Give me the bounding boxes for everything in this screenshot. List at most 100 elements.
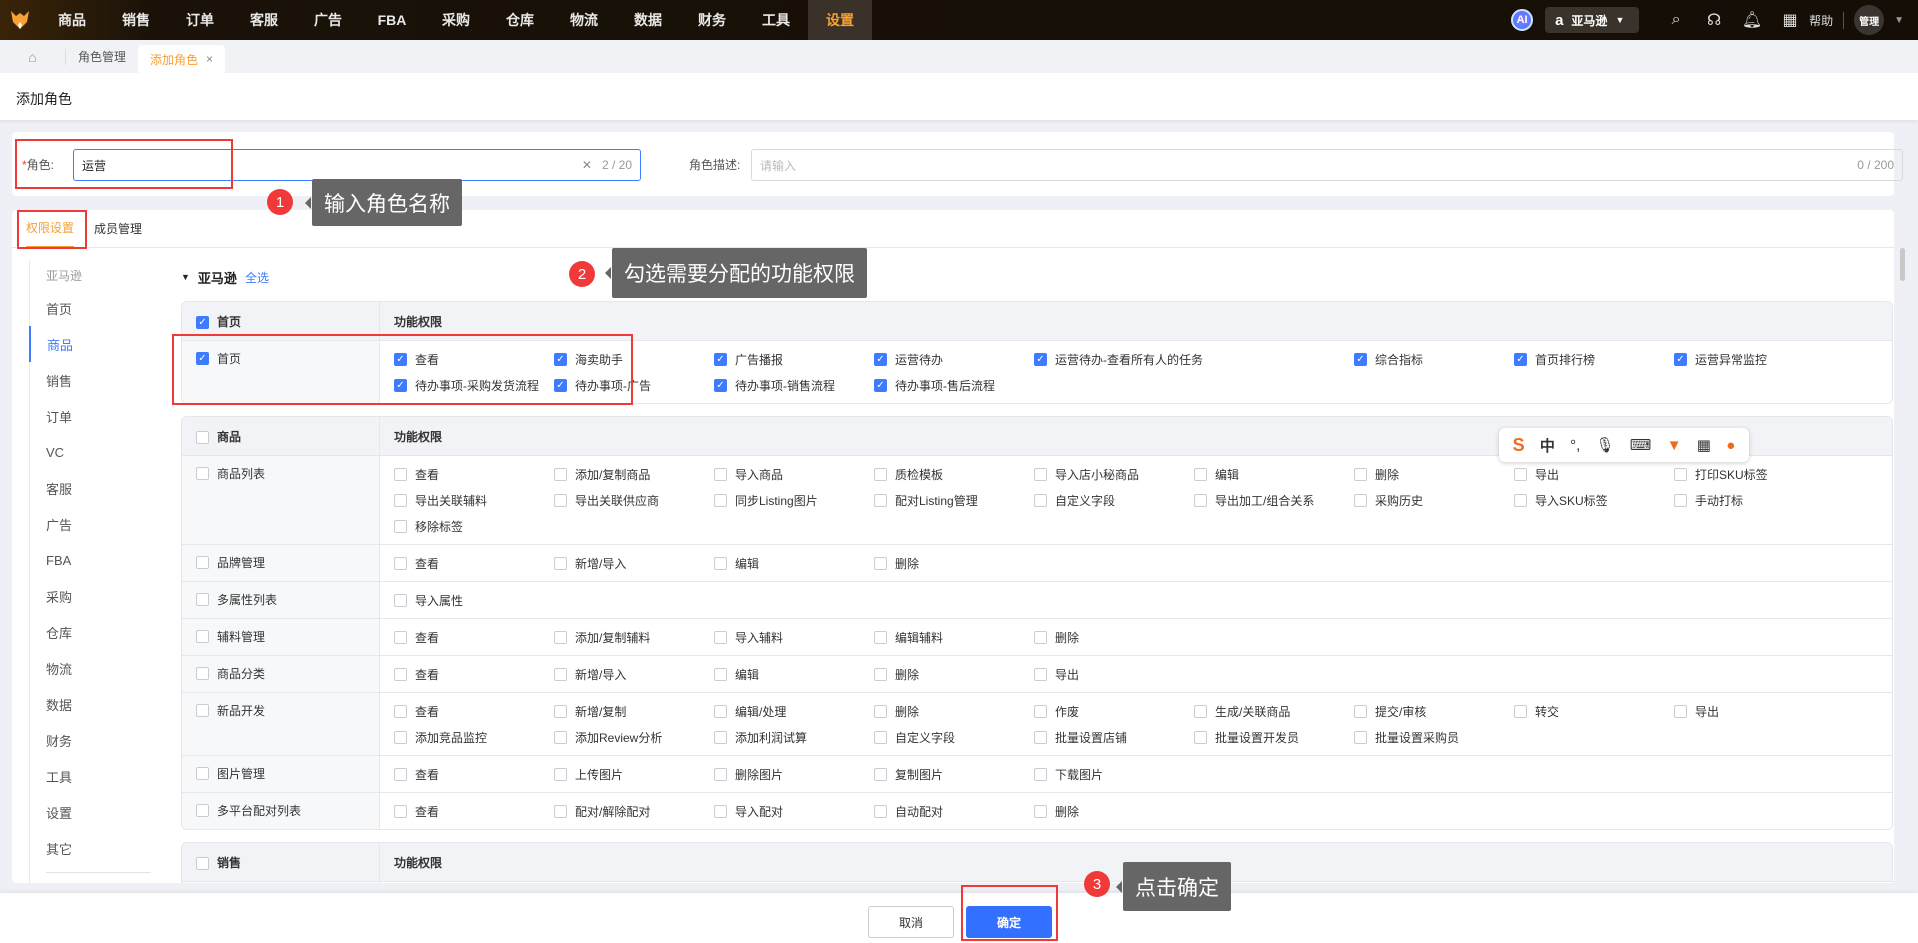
permission-option[interactable]: 删除	[1354, 461, 1514, 487]
permission-option[interactable]: 查看	[394, 461, 554, 487]
nav-item[interactable]: 仓库	[488, 0, 552, 40]
microphone-icon[interactable]: 🎙︎	[1596, 436, 1615, 454]
permission-option[interactable]: 移除标签	[394, 513, 554, 539]
sidenav-item[interactable]: 广告	[30, 506, 159, 542]
permission-option[interactable]: 配对/解除配对	[554, 798, 714, 824]
headset-icon[interactable]: ☊	[1695, 10, 1733, 30]
sidenav-item[interactable]: 订单	[30, 398, 159, 434]
collapse-icon[interactable]: ▼	[181, 272, 190, 282]
checkbox-checked[interactable]: ✓	[1354, 352, 1367, 366]
keyboard-icon[interactable]: ⌨	[1630, 436, 1652, 454]
checkbox[interactable]	[394, 467, 407, 481]
checkbox[interactable]	[394, 804, 407, 818]
checkbox[interactable]	[1354, 704, 1367, 718]
checkbox-checked[interactable]: ✓	[196, 315, 209, 329]
sidenav-item[interactable]: VC	[30, 434, 159, 470]
permission-option[interactable]: 编辑	[1194, 461, 1354, 487]
user-avatar[interactable]: 管理	[1854, 5, 1885, 35]
sidenav-item[interactable]: 客服	[30, 470, 159, 506]
nav-item[interactable]: 广告	[296, 0, 360, 40]
checkbox[interactable]	[714, 704, 727, 718]
permission-option[interactable]: 批量设置店铺	[1034, 724, 1194, 750]
permission-option[interactable]: 新增/导入	[554, 550, 714, 576]
checkbox[interactable]	[874, 467, 887, 481]
checkbox[interactable]	[874, 704, 887, 718]
checkbox[interactable]	[554, 804, 567, 818]
permission-option[interactable]: 同步Listing图片	[714, 487, 874, 513]
sidenav-item[interactable]: 工具	[30, 758, 159, 794]
checkbox[interactable]	[554, 493, 567, 507]
checkbox[interactable]	[1194, 467, 1207, 481]
sidenav-item[interactable]: 首页	[30, 290, 159, 326]
store-selector[interactable]: a 亚马逊 ▼	[1545, 7, 1640, 33]
tab-role-management[interactable]: 角色管理	[66, 40, 138, 73]
permission-option[interactable]: 自动配对	[874, 798, 1034, 824]
permission-option[interactable]: 采购历史	[1354, 487, 1514, 513]
permission-option[interactable]: 删除	[1034, 624, 1194, 650]
search-icon[interactable]: ⌕	[1657, 11, 1695, 29]
permission-option[interactable]: 手动打标	[1674, 487, 1834, 513]
tab-add-role[interactable]: 添加角色 ×	[138, 45, 226, 73]
permission-option[interactable]: 删除图片	[714, 761, 874, 787]
permission-option[interactable]: 导入辅料	[714, 624, 874, 650]
checkbox[interactable]	[1514, 493, 1527, 507]
checkbox-checked[interactable]: ✓	[714, 352, 727, 366]
permission-option[interactable]: 导出关联辅料	[394, 487, 554, 513]
permission-option[interactable]: 批量设置开发员	[1194, 724, 1354, 750]
nav-item[interactable]: 销售	[104, 0, 168, 40]
permission-option[interactable]: 导出	[1034, 661, 1194, 687]
permission-option[interactable]: 导入商品	[714, 461, 874, 487]
permission-option[interactable]: 导入属性	[394, 587, 554, 613]
sidenav-item[interactable]: 物流	[30, 650, 159, 686]
checkbox[interactable]	[1034, 804, 1047, 818]
permission-option[interactable]: ✓ 首页排行榜	[1514, 346, 1674, 372]
checkbox[interactable]	[554, 630, 567, 644]
nav-item[interactable]: FBA	[360, 0, 424, 40]
sogou-logo-icon[interactable]: S	[1513, 435, 1525, 456]
checkbox[interactable]	[394, 519, 407, 533]
checkbox[interactable]	[714, 730, 727, 744]
sidenav-item[interactable]: 数据	[30, 686, 159, 722]
skin-icon[interactable]: ▼	[1667, 437, 1682, 454]
permission-option[interactable]: 查看	[394, 661, 554, 687]
checkbox[interactable]	[1034, 493, 1047, 507]
permission-option[interactable]: 导入SKU标签	[1514, 487, 1674, 513]
checkbox[interactable]	[1674, 493, 1687, 507]
checkbox[interactable]	[554, 704, 567, 718]
sidenav-item[interactable]: 设置	[30, 794, 159, 830]
nav-item[interactable]: 物流	[552, 0, 616, 40]
checkbox-checked[interactable]: ✓	[1514, 352, 1527, 366]
checkbox[interactable]	[714, 467, 727, 481]
checkbox[interactable]	[554, 467, 567, 481]
checkbox[interactable]	[1514, 704, 1527, 718]
permission-option[interactable]: 自定义字段	[874, 724, 1034, 750]
permission-option[interactable]: 自定义字段	[1034, 487, 1194, 513]
checkbox-checked[interactable]: ✓	[874, 378, 887, 392]
checkbox[interactable]	[394, 556, 407, 570]
checkbox[interactable]	[1194, 704, 1207, 718]
checkbox[interactable]	[1354, 493, 1367, 507]
chevron-down-icon[interactable]: ▼	[1894, 15, 1904, 26]
checkbox[interactable]	[394, 493, 407, 507]
permission-option[interactable]: 配对Listing管理	[874, 487, 1034, 513]
checkbox[interactable]	[1354, 467, 1367, 481]
permission-option[interactable]: 添加利润试算	[714, 724, 874, 750]
checkbox[interactable]	[394, 730, 407, 744]
sidenav-item[interactable]: 销售	[30, 362, 159, 398]
checkbox[interactable]	[874, 730, 887, 744]
permission-option[interactable]: 生成/关联商品	[1194, 698, 1354, 724]
permission-option[interactable]: 导出加工/组合关系	[1194, 487, 1354, 513]
sidenav-item[interactable]: 采购	[30, 578, 159, 614]
permission-option[interactable]: 转交	[1514, 698, 1674, 724]
permission-option[interactable]: ✓ 运营待办-查看所有人的任务	[1034, 346, 1354, 372]
permission-option[interactable]: 批量设置采购员	[1354, 724, 1514, 750]
permission-option[interactable]: 删除	[874, 661, 1034, 687]
role-description-input[interactable]: 请输入 0 / 200	[751, 149, 1903, 181]
checkbox[interactable]	[714, 556, 727, 570]
permission-option[interactable]: 编辑	[714, 550, 874, 576]
sidenav-item[interactable]: 仓库	[30, 614, 159, 650]
permission-option[interactable]: 删除	[874, 698, 1034, 724]
nav-item[interactable]: 数据	[616, 0, 680, 40]
checkbox[interactable]	[196, 856, 209, 870]
sidenav-item[interactable]: 其它	[30, 830, 159, 866]
